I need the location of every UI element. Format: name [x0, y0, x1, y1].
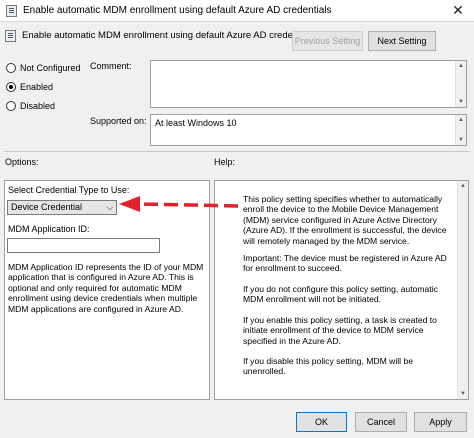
apply-button[interactable]: Apply: [414, 412, 467, 432]
ok-button[interactable]: OK: [296, 412, 347, 432]
cancel-button[interactable]: Cancel: [355, 412, 407, 432]
annotation-arrow-icon: [119, 196, 239, 212]
